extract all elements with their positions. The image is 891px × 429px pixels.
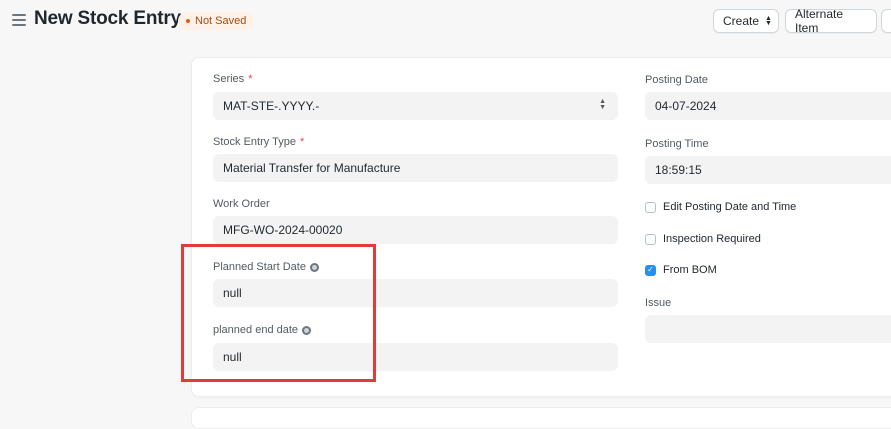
- edit-posting-checkbox-row[interactable]: Edit Posting Date and Time: [645, 201, 796, 213]
- status-badge: Not Saved: [178, 12, 255, 30]
- planned-end-date-label-text: planned end date: [213, 324, 299, 336]
- create-button[interactable]: Create ▲ ▼: [713, 9, 779, 33]
- more-actions-button[interactable]: [881, 9, 891, 33]
- inspection-required-checkbox-row[interactable]: Inspection Required: [645, 233, 761, 245]
- planned-end-date-value: null: [223, 350, 242, 364]
- page-title: New Stock Entry: [34, 8, 181, 29]
- from-bom-checkbox[interactable]: ✓: [645, 264, 656, 276]
- issue-input[interactable]: [645, 315, 891, 343]
- inspection-required-checkbox[interactable]: [645, 233, 656, 245]
- planned-start-date-label: Planned Start Date: [213, 261, 319, 273]
- posting-time-value: 18:59:15: [655, 163, 702, 177]
- posting-time-label: Posting Time: [645, 138, 709, 150]
- posting-date-label-text: Posting Date: [645, 74, 708, 86]
- required-mark: *: [299, 136, 305, 148]
- stock-entry-type-value: Material Transfer for Manufacture: [223, 161, 401, 175]
- issue-label-text: Issue: [645, 297, 672, 309]
- work-order-input[interactable]: MFG-WO-2024-00020: [213, 216, 618, 244]
- page-header: New Stock Entry Not Saved Create ▲ ▼ Alte…: [0, 0, 891, 44]
- planned-end-date-input[interactable]: null: [213, 343, 618, 371]
- planned-start-date-value: null: [223, 286, 242, 300]
- work-order-value: MFG-WO-2024-00020: [223, 223, 343, 237]
- series-select[interactable]: MAT-STE-.YYYY.- ▲ ▼: [213, 92, 618, 120]
- globe-icon: [302, 325, 312, 335]
- issue-label: Issue: [645, 297, 671, 309]
- create-button-label: Create: [723, 14, 760, 28]
- chevron-updown-icon: ▲ ▼: [765, 15, 772, 27]
- work-order-label: Work Order: [213, 198, 270, 210]
- alternate-item-button[interactable]: Alternate Item: [785, 7, 877, 35]
- globe-icon: [309, 262, 319, 272]
- posting-date-value: 04-07-2024: [655, 99, 717, 113]
- stock-entry-type-label: Stock Entry Type *: [213, 136, 304, 148]
- inspection-required-label: Inspection Required: [663, 233, 761, 245]
- from-bom-label: From BOM: [663, 264, 717, 276]
- stock-entry-type-input[interactable]: Material Transfer for Manufacture: [213, 154, 618, 182]
- edit-posting-checkbox[interactable]: [645, 201, 656, 213]
- planned-end-date-label: planned end date: [213, 324, 312, 336]
- planned-start-date-label-text: Planned Start Date: [213, 261, 306, 273]
- edit-posting-label: Edit Posting Date and Time: [663, 201, 797, 213]
- required-mark: *: [248, 73, 253, 85]
- alternate-item-button-label: Alternate Item: [795, 7, 844, 35]
- status-badge-label: Not Saved: [195, 15, 247, 27]
- posting-time-label-text: Posting Time: [645, 138, 709, 150]
- menu-icon[interactable]: [12, 14, 26, 26]
- from-bom-checkbox-row[interactable]: ✓ From BOM: [645, 264, 717, 276]
- series-label-text: Series: [213, 73, 245, 85]
- planned-start-date-input[interactable]: null: [213, 279, 618, 307]
- status-dot-icon: [186, 19, 190, 23]
- posting-time-input[interactable]: 18:59:15: [645, 156, 891, 184]
- work-order-label-text: Work Order: [213, 198, 270, 210]
- series-value: MAT-STE-.YYYY.-: [223, 99, 320, 113]
- posting-date-input[interactable]: 04-07-2024: [645, 92, 891, 120]
- next-section-card: [191, 407, 891, 429]
- posting-date-label: Posting Date: [645, 74, 708, 86]
- select-arrows-icon: ▲ ▼: [599, 98, 606, 111]
- stock-entry-type-label-text: Stock Entry Type: [213, 136, 296, 148]
- series-label: Series *: [213, 73, 252, 85]
